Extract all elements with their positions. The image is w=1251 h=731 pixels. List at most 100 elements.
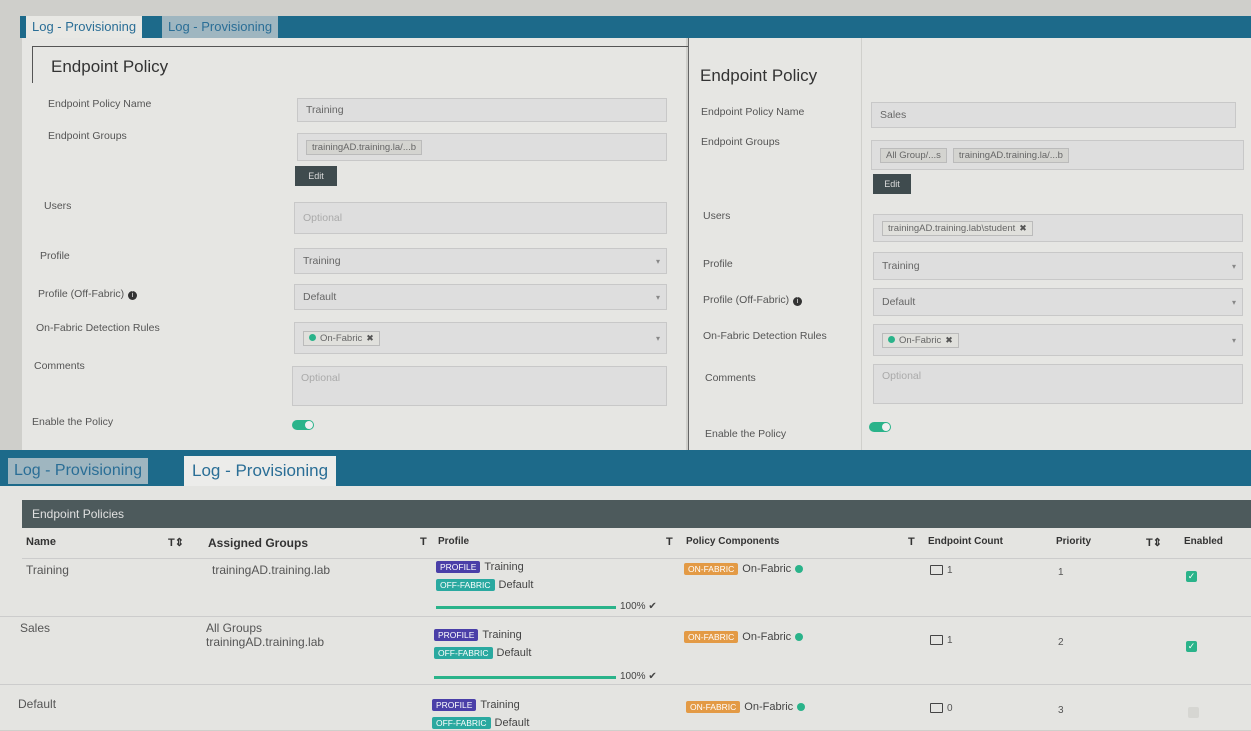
right-name-value: Sales xyxy=(880,109,907,121)
left-groups-field[interactable]: trainingAD.training.la/...b xyxy=(297,133,667,161)
left-enable-toggle[interactable] xyxy=(292,420,314,430)
right-comments-placeholder: Optional xyxy=(882,370,922,382)
right-groups-field[interactable]: All Group/...s trainingAD.training.la/..… xyxy=(871,140,1244,170)
row-component: ON-FABRIC On-Fabric xyxy=(684,631,804,643)
left-users-placeholder: Optional xyxy=(303,212,343,224)
table-row[interactable]: Training trainingAD.training.lab PROFILE… xyxy=(22,558,1251,617)
col-groups-filter[interactable]: T xyxy=(420,536,427,548)
col-name-filter[interactable]: T⇕ xyxy=(168,536,184,549)
row-group: trainingAD.training.lab xyxy=(212,563,331,577)
remove-icon[interactable]: ✖ xyxy=(366,333,374,343)
info-icon: i xyxy=(793,297,803,306)
right-comments-label: Comments xyxy=(705,372,756,384)
row-priority: 3 xyxy=(1058,705,1064,716)
right-rule-chip[interactable]: On-Fabric ✖ xyxy=(882,332,959,348)
row-name[interactable]: Default xyxy=(18,697,56,711)
left-rule-chip[interactable]: On-Fabric ✖ xyxy=(303,330,380,346)
filter-icon[interactable]: T xyxy=(908,536,915,548)
right-name-field[interactable]: Sales xyxy=(871,102,1236,128)
col-assigned-groups[interactable]: Assigned Groups xyxy=(208,536,308,550)
right-rules-label: On-Fabric Detection Rules xyxy=(703,330,827,342)
left-rules-select[interactable]: On-Fabric ✖ ▾ xyxy=(294,322,667,354)
count-value: 1 xyxy=(947,565,953,576)
right-group-chip-2[interactable]: trainingAD.training.la/...b xyxy=(952,147,1069,163)
remove-icon[interactable]: ✖ xyxy=(1019,223,1027,233)
status-dot-icon xyxy=(888,335,895,343)
count-value: 1 xyxy=(947,635,953,646)
right-enable-toggle[interactable] xyxy=(869,422,891,432)
left-name-label: Endpoint Policy Name xyxy=(48,98,152,110)
right-user-chip[interactable]: trainingAD.training.lab\student ✖ xyxy=(882,220,1033,236)
right-rules-select[interactable]: On-Fabric ✖ ▾ xyxy=(873,324,1243,356)
col-components-filter[interactable]: T xyxy=(908,536,915,548)
table-header: Name T⇕ Assigned Groups T Profile T Poli… xyxy=(22,534,1251,560)
left-comments-placeholder: Optional xyxy=(301,372,341,384)
filter-icon[interactable]: T xyxy=(168,537,175,549)
col-endpoint-count[interactable]: Endpoint Count xyxy=(928,536,1003,547)
row-group: All Groups xyxy=(206,621,263,635)
profile-value: Training xyxy=(484,561,524,573)
remove-icon[interactable]: ✖ xyxy=(945,335,953,345)
right-users-field[interactable]: trainingAD.training.lab\student ✖ xyxy=(873,214,1243,242)
sort-icon[interactable]: ⇕ xyxy=(175,537,184,549)
onfabric-badge: ON-FABRIC xyxy=(684,563,739,575)
sort-icon[interactable]: ⇕ xyxy=(1153,537,1162,549)
filter-icon[interactable]: T xyxy=(666,536,673,548)
policies-panel-header: Endpoint Policies xyxy=(22,500,1251,528)
left-name-field[interactable]: Training xyxy=(297,98,667,122)
table-row[interactable]: Sales All Groups trainingAD.training.lab… xyxy=(0,616,1251,685)
bottom-tab-log-provisioning-2[interactable]: Log - Provisioning xyxy=(184,456,337,486)
left-comments-field[interactable]: Optional xyxy=(292,366,667,406)
component-value: On-Fabric xyxy=(744,701,794,713)
left-enable-label: Enable the Policy xyxy=(32,416,114,428)
right-rule-chip-label: On-Fabric xyxy=(899,334,942,346)
left-profile-select[interactable]: Training ▾ xyxy=(294,248,667,274)
bottom-tab-log-provisioning-1[interactable]: Log - Provisioning xyxy=(8,458,149,484)
col-profile-filter[interactable]: T xyxy=(666,536,673,548)
right-comments-field[interactable]: Optional xyxy=(873,364,1243,404)
info-icon: i xyxy=(128,291,138,300)
filter-icon[interactable]: T xyxy=(420,536,427,548)
row-priority: 2 xyxy=(1058,637,1064,648)
right-profile-label: Profile xyxy=(703,258,733,270)
right-offfabric-label-text: Profile (Off-Fabric) xyxy=(703,294,790,306)
col-name[interactable]: Name xyxy=(26,536,56,548)
profile-badge: PROFILE xyxy=(436,561,481,573)
right-edit-button[interactable]: Edit xyxy=(873,174,911,194)
top-tab-bar: Log - Provisioning Log - Provisioning xyxy=(20,16,1251,38)
offfabric-badge: OFF-FABRIC xyxy=(436,579,495,591)
left-form-title: Endpoint Policy xyxy=(51,57,169,76)
left-group-chip[interactable]: trainingAD.training.la/...b xyxy=(306,139,423,155)
row-name[interactable]: Training xyxy=(26,563,69,577)
policies-panel-title: Endpoint Policies xyxy=(32,507,125,521)
row-name[interactable]: Sales xyxy=(20,621,50,635)
profile-badge: PROFILE xyxy=(432,699,477,711)
left-edit-button[interactable]: Edit xyxy=(295,166,337,186)
enabled-checkbox[interactable]: ✓ xyxy=(1186,571,1197,582)
col-policy-components[interactable]: Policy Components xyxy=(686,536,779,547)
row-component: ON-FABRIC On-Fabric xyxy=(684,563,804,575)
col-enabled[interactable]: Enabled xyxy=(1184,536,1223,547)
enabled-checkbox[interactable]: ✓ xyxy=(1186,641,1197,652)
tab-log-provisioning-2[interactable]: Log - Provisioning xyxy=(162,16,279,38)
onfabric-badge: ON-FABRIC xyxy=(686,701,741,713)
enabled-checkbox[interactable] xyxy=(1188,707,1199,718)
table-row[interactable]: Default PROFILE Training OFF-FABRIC Defaul… xyxy=(0,684,1251,731)
right-group-chip-1[interactable]: All Group/...s xyxy=(880,147,947,163)
right-profile-select[interactable]: Training ▾ xyxy=(873,252,1243,280)
onfabric-badge: ON-FABRIC xyxy=(684,631,739,643)
left-rules-label: On-Fabric Detection Rules xyxy=(36,322,160,334)
tab-log-provisioning-1[interactable]: Log - Provisioning xyxy=(26,16,143,38)
right-offfabric-select[interactable]: Default ▾ xyxy=(873,288,1243,316)
left-offfabric-select[interactable]: Default ▾ xyxy=(294,284,667,310)
check-icon: ✔ xyxy=(648,671,657,682)
row-count: 1 xyxy=(930,565,953,576)
filter-icon[interactable]: T xyxy=(1146,537,1153,549)
bottom-tab-bar: Log - Provisioning Log - Provisioning xyxy=(0,450,1251,486)
left-users-field[interactable]: Optional xyxy=(294,202,667,234)
right-user-chip-label: trainingAD.training.lab\student xyxy=(888,222,1016,234)
col-priority[interactable]: Priority xyxy=(1056,536,1091,547)
col-priority-filter[interactable]: T⇕ xyxy=(1146,536,1162,549)
check-circle-icon xyxy=(797,703,806,712)
col-profile[interactable]: Profile xyxy=(438,536,469,547)
